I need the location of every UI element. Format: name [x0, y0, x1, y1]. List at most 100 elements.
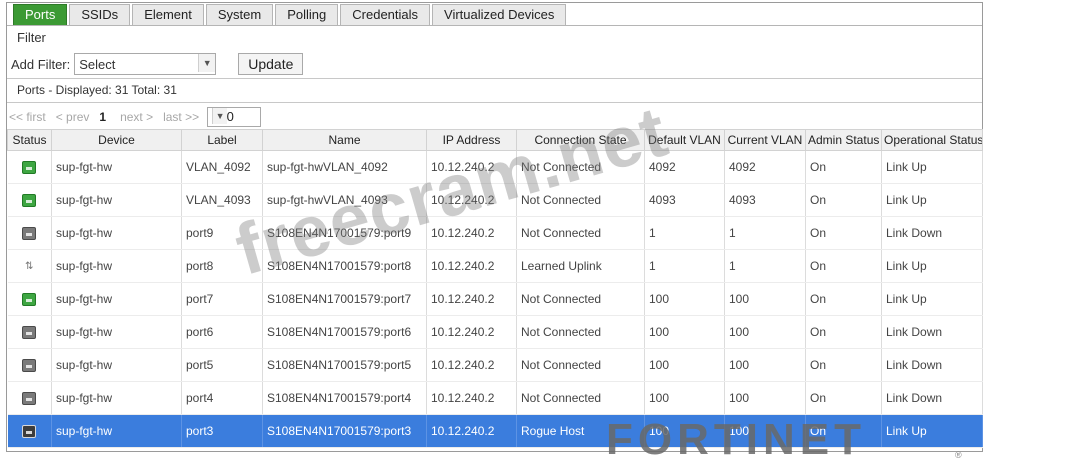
- default-vlan-cell: 100: [644, 381, 725, 415]
- column-header[interactable]: Admin Status: [805, 129, 882, 151]
- default-vlan-cell: 1: [644, 216, 725, 250]
- connection-state-cell: Not Connected: [516, 183, 645, 217]
- update-button[interactable]: Update: [238, 53, 304, 75]
- filter-title: Filter: [17, 30, 46, 45]
- ip-address-cell: 10.12.240.2: [426, 150, 517, 184]
- status-cell: [7, 150, 52, 184]
- page-size-select[interactable]: 300 ▼: [207, 107, 262, 127]
- name-cell: S108EN4N17001579:port3: [262, 414, 427, 448]
- pager-current-page: 1: [99, 110, 107, 124]
- label-cell: port4: [181, 381, 263, 415]
- port-up-green-icon: [22, 194, 37, 208]
- name-cell: S108EN4N17001579:port4: [262, 381, 427, 415]
- table-row[interactable]: sup-fgt-hw VLAN_4093 sup-fgt-hwVLAN_4093 10…: [7, 183, 983, 217]
- add-filter-row: Add Filter: Select ▼ Update: [11, 52, 304, 76]
- column-header[interactable]: Name: [262, 129, 427, 151]
- operational-status-cell: Link Up: [881, 249, 983, 283]
- port-down-gray-icon: [22, 227, 37, 241]
- fortinet-logo: FORTINET: [606, 415, 866, 464]
- admin-status-cell: On: [805, 216, 882, 250]
- device-cell: sup-fgt-hw: [51, 414, 182, 448]
- pager-last-link[interactable]: last >>: [163, 110, 199, 124]
- status-cell: [7, 315, 52, 349]
- ports-table: Status Device Label Name IP Address Connectio…: [7, 129, 983, 448]
- pagination: << first < prev 1 next > last >> 300 ▼: [9, 107, 262, 127]
- current-vlan-cell: 1: [724, 216, 806, 250]
- port-rogue-dark-icon: [22, 425, 37, 439]
- admin-status-cell: On: [805, 249, 882, 283]
- table-row[interactable]: sup-fgt-hw port6 S108EN4N17001579:port6 10.…: [7, 315, 983, 349]
- connection-state-cell: Not Connected: [516, 381, 645, 415]
- tab-ssids[interactable]: SSIDs: [69, 4, 131, 25]
- tab-element[interactable]: Element: [132, 4, 204, 25]
- table-row[interactable]: ⇅ sup-fgt-hw port8 S108EN4N17001579:port8 10…: [7, 249, 983, 283]
- operational-status-cell: Link Up: [881, 282, 983, 316]
- port-down-gray-icon: [22, 392, 37, 406]
- column-header[interactable]: Status: [7, 129, 52, 151]
- tab-credentials[interactable]: Credentials: [340, 4, 431, 25]
- label-cell: VLAN_4092: [181, 150, 263, 184]
- column-header[interactable]: Connection State: [516, 129, 645, 151]
- ip-address-cell: 10.12.240.2: [426, 348, 517, 382]
- tab-polling[interactable]: Polling: [275, 4, 339, 25]
- admin-status-cell: On: [805, 381, 882, 415]
- port-down-gray-icon: [22, 359, 37, 373]
- tab-system[interactable]: System: [205, 4, 274, 25]
- device-cell: sup-fgt-hw: [51, 282, 182, 316]
- tab-divider: [7, 25, 982, 26]
- connection-state-cell: Not Connected: [516, 216, 645, 250]
- current-vlan-cell: 100: [724, 381, 806, 415]
- device-cell: sup-fgt-hw: [51, 249, 182, 283]
- operational-status-cell: Link Up: [881, 150, 983, 184]
- current-vlan-cell: 100: [724, 348, 806, 382]
- tab-ports[interactable]: Ports: [13, 4, 68, 25]
- pager-first-link[interactable]: << first: [9, 110, 46, 124]
- chevron-down-icon: ▼: [198, 54, 216, 72]
- default-vlan-cell: 1: [644, 249, 725, 283]
- operational-status-cell: Link Down: [881, 381, 983, 415]
- status-cell: [7, 414, 52, 448]
- table-row[interactable]: sup-fgt-hw VLAN_4092 sup-fgt-hwVLAN_4092 10…: [7, 150, 983, 184]
- table-row[interactable]: sup-fgt-hw port7 S108EN4N17001579:port7 10.…: [7, 282, 983, 316]
- admin-status-cell: On: [805, 282, 882, 316]
- column-header[interactable]: Current VLAN: [724, 129, 806, 151]
- column-header[interactable]: Operational Status: [881, 129, 983, 151]
- port-down-gray-icon: [22, 326, 37, 340]
- operational-status-cell: Link Down: [881, 348, 983, 382]
- connection-state-cell: Not Connected: [516, 282, 645, 316]
- column-header[interactable]: IP Address: [426, 129, 517, 151]
- pager-prev-link[interactable]: < prev: [56, 110, 90, 124]
- pager-next-link[interactable]: next >: [120, 110, 153, 124]
- column-header[interactable]: Label: [181, 129, 263, 151]
- table-row[interactable]: sup-fgt-hw port9 S108EN4N17001579:port9 10.…: [7, 216, 983, 250]
- default-vlan-cell: 100: [644, 315, 725, 349]
- status-cell: [7, 381, 52, 415]
- admin-status-cell: On: [805, 348, 882, 382]
- uplink-icon: ⇅: [25, 261, 34, 273]
- name-cell: sup-fgt-hwVLAN_4092: [262, 150, 427, 184]
- current-vlan-cell: 1: [724, 249, 806, 283]
- filter-select[interactable]: Select ▼: [74, 53, 217, 75]
- ports-panel: Ports SSIDs Element System Polling Credential…: [6, 2, 983, 452]
- column-header[interactable]: Default VLAN: [644, 129, 725, 151]
- status-cell: [7, 348, 52, 382]
- tab-virtualized-devices[interactable]: Virtualized Devices: [432, 4, 567, 25]
- device-cell: sup-fgt-hw: [51, 381, 182, 415]
- ip-address-cell: 10.12.240.2: [426, 414, 517, 448]
- operational-status-cell: Link Up: [881, 414, 983, 448]
- port-up-green-icon: [22, 293, 37, 307]
- current-vlan-cell: 4093: [724, 183, 806, 217]
- table-row[interactable]: sup-fgt-hw port4 S108EN4N17001579:port4 10.…: [7, 381, 983, 415]
- status-cell: [7, 216, 52, 250]
- name-cell: sup-fgt-hwVLAN_4093: [262, 183, 427, 217]
- column-header[interactable]: Device: [51, 129, 182, 151]
- table-header-row: Status Device Label Name IP Address Connectio…: [7, 129, 983, 151]
- ip-address-cell: 10.12.240.2: [426, 315, 517, 349]
- status-cell: ⇅: [7, 249, 52, 283]
- connection-state-cell: Not Connected: [516, 150, 645, 184]
- ports-summary: Ports - Displayed: 31 Total: 31: [17, 83, 177, 97]
- ip-address-cell: 10.12.240.2: [426, 183, 517, 217]
- connection-state-cell: Not Connected: [516, 348, 645, 382]
- table-row[interactable]: sup-fgt-hw port5 S108EN4N17001579:port5 10.…: [7, 348, 983, 382]
- ip-address-cell: 10.12.240.2: [426, 381, 517, 415]
